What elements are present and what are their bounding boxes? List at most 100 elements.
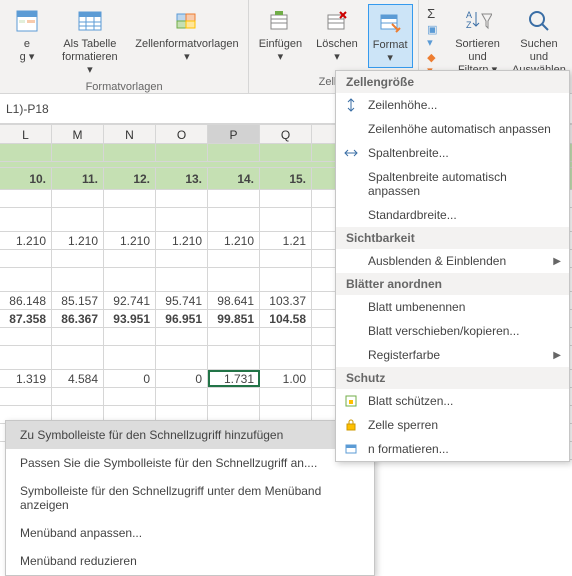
cell[interactable]: 1.319 bbox=[0, 370, 52, 387]
cell[interactable] bbox=[156, 250, 208, 267]
column-header[interactable]: P bbox=[208, 125, 260, 143]
cell[interactable]: 12. bbox=[104, 168, 156, 189]
sort-filter-button[interactable]: AZ Sortieren und Filtern ▾ bbox=[449, 4, 506, 79]
cell[interactable]: 1.210 bbox=[156, 232, 208, 249]
cell[interactable] bbox=[156, 144, 208, 161]
cell[interactable]: 1.210 bbox=[0, 232, 52, 249]
cell[interactable] bbox=[104, 144, 156, 161]
column-header[interactable]: Q bbox=[260, 125, 312, 143]
cell[interactable]: 1.210 bbox=[104, 232, 156, 249]
cell[interactable] bbox=[52, 268, 104, 291]
cell[interactable] bbox=[0, 268, 52, 291]
cell[interactable] bbox=[208, 346, 260, 369]
cell[interactable] bbox=[208, 190, 260, 207]
menu-autofit-col[interactable]: Spaltenbreite automatisch anpassen bbox=[336, 165, 569, 203]
ctx-show-under[interactable]: Symbolleiste für den Schnellzugriff unte… bbox=[6, 477, 374, 519]
conditional-formatting-button[interactable]: e g ▾ bbox=[6, 4, 48, 66]
cell[interactable] bbox=[260, 208, 312, 231]
cell[interactable] bbox=[208, 268, 260, 291]
cell[interactable] bbox=[104, 346, 156, 369]
menu-row-height[interactable]: Zeilenhöhe... bbox=[336, 93, 569, 117]
autosum-button[interactable]: Σ bbox=[427, 6, 441, 21]
menu-hide-unhide[interactable]: Ausblenden & Einblenden ▶ bbox=[336, 249, 569, 273]
ctx-customize-ribbon[interactable]: Menüband anpassen... bbox=[6, 519, 374, 547]
cell[interactable]: 0 bbox=[104, 370, 156, 387]
cell[interactable] bbox=[0, 388, 52, 405]
cell[interactable]: 13. bbox=[156, 168, 208, 189]
menu-default-width[interactable]: Standardbreite... bbox=[336, 203, 569, 227]
cell[interactable] bbox=[156, 208, 208, 231]
cell[interactable]: 86.367 bbox=[52, 310, 104, 327]
cell[interactable] bbox=[260, 328, 312, 345]
cell[interactable]: 1.210 bbox=[52, 232, 104, 249]
cell[interactable] bbox=[0, 144, 52, 161]
column-header[interactable]: L bbox=[0, 125, 52, 143]
format-as-table-button[interactable]: Als Tabelle formatieren ▾ bbox=[54, 4, 126, 79]
cell[interactable] bbox=[0, 250, 52, 267]
column-header[interactable]: N bbox=[104, 125, 156, 143]
cell[interactable]: 103.37 bbox=[260, 292, 312, 309]
cell[interactable]: 85.157 bbox=[52, 292, 104, 309]
cell[interactable]: 1.210 bbox=[208, 232, 260, 249]
cell[interactable] bbox=[0, 346, 52, 369]
cell[interactable] bbox=[208, 388, 260, 405]
cell[interactable]: 1.00 bbox=[260, 370, 312, 387]
cell[interactable]: 93.951 bbox=[104, 310, 156, 327]
cell[interactable]: 4.584 bbox=[52, 370, 104, 387]
cell[interactable] bbox=[208, 328, 260, 345]
cell[interactable]: 15. bbox=[260, 168, 312, 189]
ctx-collapse-ribbon[interactable]: Menüband reduzieren bbox=[6, 547, 374, 575]
cell[interactable] bbox=[260, 190, 312, 207]
cell[interactable] bbox=[104, 388, 156, 405]
cell[interactable] bbox=[0, 208, 52, 231]
cell[interactable]: 98.641 bbox=[208, 292, 260, 309]
cell[interactable] bbox=[104, 268, 156, 291]
delete-button[interactable]: Löschen ▾ bbox=[312, 4, 362, 66]
cell[interactable] bbox=[52, 328, 104, 345]
menu-rename-sheet[interactable]: Blatt umbenennen bbox=[336, 295, 569, 319]
cell[interactable]: 1.21 bbox=[260, 232, 312, 249]
cell[interactable]: 11. bbox=[52, 168, 104, 189]
cell[interactable]: 0 bbox=[156, 370, 208, 387]
ctx-add-qat[interactable]: Zu Symbolleiste für den Schnellzugriff h… bbox=[6, 421, 374, 449]
cell[interactable] bbox=[104, 190, 156, 207]
cell[interactable]: 14. bbox=[208, 168, 260, 189]
cell[interactable] bbox=[104, 328, 156, 345]
column-header[interactable]: M bbox=[52, 125, 104, 143]
menu-col-width[interactable]: Spaltenbreite... bbox=[336, 141, 569, 165]
cell[interactable] bbox=[52, 144, 104, 161]
menu-lock-cell[interactable]: Zelle sperren bbox=[336, 413, 569, 437]
cell[interactable] bbox=[156, 388, 208, 405]
ctx-customize-qat[interactable]: Passen Sie die Symbolleiste für den Schn… bbox=[6, 449, 374, 477]
cell[interactable] bbox=[52, 346, 104, 369]
cell[interactable] bbox=[208, 250, 260, 267]
cell[interactable] bbox=[156, 190, 208, 207]
cell[interactable] bbox=[52, 250, 104, 267]
fill-button[interactable]: ▣ ▾ bbox=[427, 23, 441, 49]
cell[interactable] bbox=[156, 268, 208, 291]
format-button[interactable]: Format ▾ bbox=[368, 4, 413, 68]
menu-autofit-row[interactable]: Zeilenhöhe automatisch anpassen bbox=[336, 117, 569, 141]
insert-button[interactable]: Einfügen ▾ bbox=[255, 4, 306, 66]
cell[interactable] bbox=[260, 250, 312, 267]
cell[interactable] bbox=[0, 328, 52, 345]
cell[interactable]: 86.148 bbox=[0, 292, 52, 309]
cell[interactable] bbox=[52, 190, 104, 207]
cell[interactable] bbox=[52, 388, 104, 405]
cell[interactable]: 95.741 bbox=[156, 292, 208, 309]
menu-tab-color[interactable]: Registerfarbe ▶ bbox=[336, 343, 569, 367]
cell[interactable] bbox=[156, 346, 208, 369]
cell[interactable]: 1.731 bbox=[208, 370, 260, 387]
cell[interactable] bbox=[52, 208, 104, 231]
cell[interactable] bbox=[104, 250, 156, 267]
cell[interactable]: 92.741 bbox=[104, 292, 156, 309]
menu-move-copy[interactable]: Blatt verschieben/kopieren... bbox=[336, 319, 569, 343]
cell[interactable] bbox=[260, 388, 312, 405]
cell[interactable]: 87.358 bbox=[0, 310, 52, 327]
menu-format-cells[interactable]: n formatieren... bbox=[336, 437, 569, 461]
cell-styles-button[interactable]: Zellenformatvorlagen ▾ bbox=[132, 4, 242, 66]
cell[interactable] bbox=[208, 144, 260, 161]
menu-protect-sheet[interactable]: Blatt schützen... bbox=[336, 389, 569, 413]
cell[interactable] bbox=[260, 144, 312, 161]
cell[interactable] bbox=[0, 190, 52, 207]
